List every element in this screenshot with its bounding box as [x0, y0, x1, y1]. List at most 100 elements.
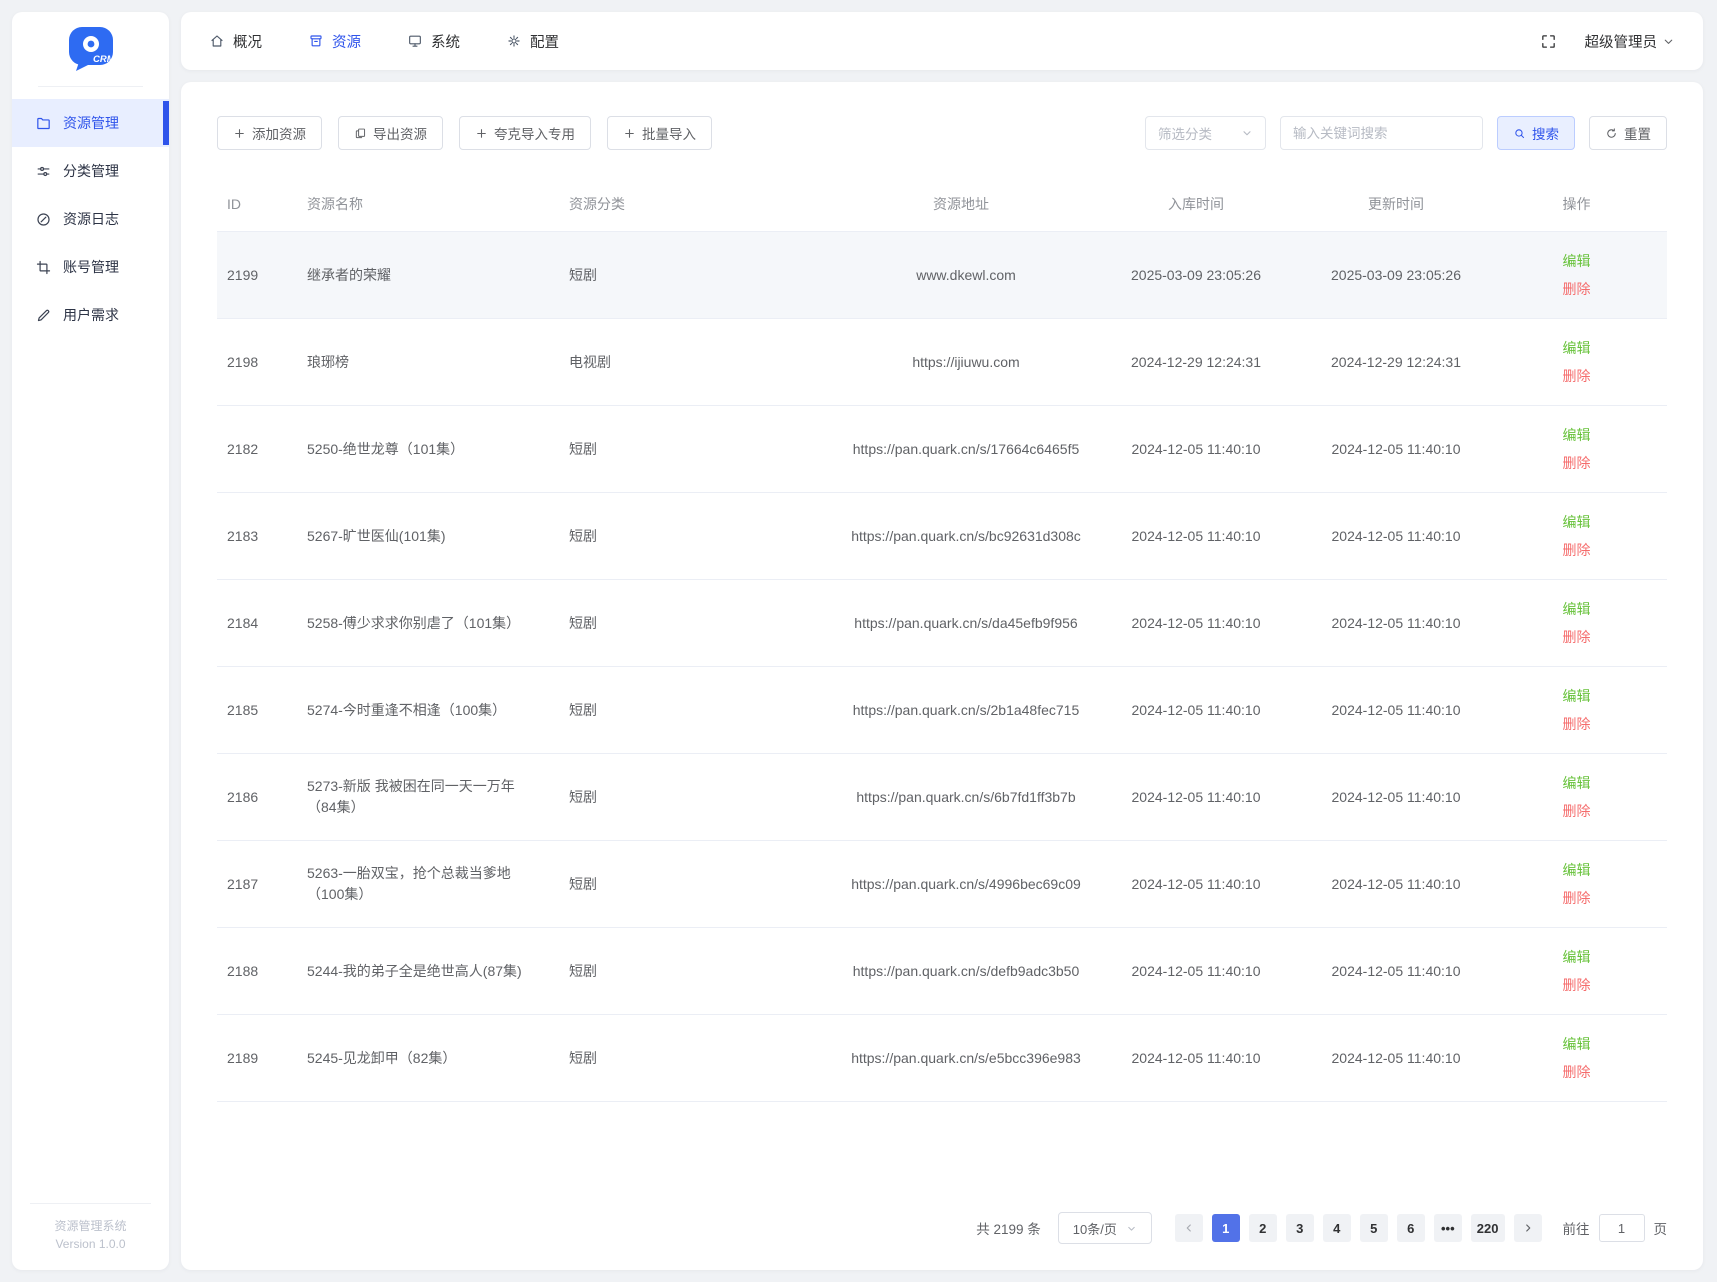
- cell-updated-time: 2025-03-09 23:05:26: [1306, 259, 1496, 291]
- goto-label: 前往: [1563, 1218, 1590, 1238]
- delete-link[interactable]: 删除: [1496, 275, 1657, 303]
- delete-link[interactable]: 删除: [1496, 884, 1657, 912]
- delete-link[interactable]: 删除: [1496, 623, 1657, 651]
- category-filter-select[interactable]: 筛选分类: [1145, 116, 1266, 150]
- cell-resource-url: https://pan.quark.cn/s/da45efb9f956: [836, 605, 1096, 642]
- chevron-down-icon: [1241, 127, 1253, 139]
- cell-updated-time: 2024-12-05 11:40:10: [1306, 520, 1496, 552]
- reset-button[interactable]: 重置: [1589, 116, 1667, 150]
- cell-resource-name: 5250-绝世龙尊（101集）: [307, 431, 569, 468]
- app-logo: CRM: [12, 12, 169, 86]
- col-header-actions: 操作: [1496, 186, 1667, 222]
- delete-link[interactable]: 删除: [1496, 971, 1657, 999]
- page-button-2[interactable]: 2: [1249, 1214, 1277, 1242]
- cell-id: 2187: [217, 868, 307, 900]
- cell-actions: 编辑删除: [1496, 500, 1667, 572]
- cell-category: 短剧: [569, 431, 836, 467]
- cell-resource-url: https://pan.quark.cn/s/6b7fd1ff3b7b: [836, 779, 1096, 816]
- edit-link[interactable]: 编辑: [1496, 856, 1657, 884]
- cell-actions: 编辑删除: [1496, 848, 1667, 920]
- export-resource-button[interactable]: 导出资源: [338, 116, 443, 150]
- cell-updated-time: 2024-12-05 11:40:10: [1306, 433, 1496, 465]
- page-button-4[interactable]: 4: [1323, 1214, 1351, 1242]
- delete-link[interactable]: 删除: [1496, 710, 1657, 738]
- home-icon: [209, 33, 225, 49]
- top-nav-items: 概况 资源 系统 配置: [209, 31, 605, 52]
- chevron-down-icon: [1662, 35, 1675, 48]
- cell-resource-name: 5245-见龙卸甲（82集）: [307, 1040, 569, 1077]
- cell-created-time: 2025-03-09 23:05:26: [1096, 259, 1306, 291]
- page-button-1[interactable]: 1: [1212, 1214, 1240, 1242]
- sidebar: CRM 资源管理分类管理资源日志账号管理用户需求 资源管理系统 Version …: [12, 12, 169, 1270]
- archive-icon: [308, 33, 324, 49]
- cell-id: 2184: [217, 607, 307, 639]
- edit-link[interactable]: 编辑: [1496, 769, 1657, 797]
- sidebar-footer: 资源管理系统 Version 1.0.0: [30, 1203, 151, 1270]
- edit-link[interactable]: 编辑: [1496, 421, 1657, 449]
- edit-link[interactable]: 编辑: [1496, 508, 1657, 536]
- page-button-6[interactable]: 6: [1397, 1214, 1425, 1242]
- sidebar-item-resource-management[interactable]: 资源管理: [12, 99, 169, 147]
- cell-category: 短剧: [569, 692, 836, 728]
- cell-category: 短剧: [569, 257, 836, 293]
- sidebar-item-resource-log[interactable]: 资源日志: [12, 195, 169, 243]
- resource-management-panel: 添加资源 导出资源 夸克导入专用 批量导入 筛选分类 搜索: [181, 82, 1703, 1270]
- cell-actions: 编辑删除: [1496, 413, 1667, 485]
- cell-updated-time: 2024-12-05 11:40:10: [1306, 955, 1496, 987]
- col-header-updated-time: 更新时间: [1306, 186, 1496, 222]
- user-menu[interactable]: 超级管理员: [1585, 31, 1676, 52]
- crop-icon: [35, 259, 52, 276]
- filter-placeholder: 筛选分类: [1158, 123, 1212, 143]
- keyword-search-input[interactable]: [1280, 116, 1483, 150]
- page-button-5[interactable]: 5: [1360, 1214, 1388, 1242]
- cell-resource-name: 5273-新版 我被困在同一天一万年（84集）: [307, 768, 569, 826]
- page-button-3[interactable]: 3: [1286, 1214, 1314, 1242]
- cell-resource-url: https://pan.quark.cn/s/2b1a48fec715: [836, 692, 1096, 729]
- goto-page-input[interactable]: [1599, 1214, 1645, 1242]
- edit-link[interactable]: 编辑: [1496, 1030, 1657, 1058]
- batch-import-button[interactable]: 批量导入: [607, 116, 712, 150]
- tab-config[interactable]: 配置: [506, 31, 559, 52]
- edit-link[interactable]: 编辑: [1496, 595, 1657, 623]
- tab-system[interactable]: 系统: [407, 31, 460, 52]
- cell-id: 2182: [217, 433, 307, 465]
- sidebar-item-category-management[interactable]: 分类管理: [12, 147, 169, 195]
- cell-actions: 编辑删除: [1496, 674, 1667, 746]
- sidebar-menu: 资源管理分类管理资源日志账号管理用户需求: [12, 87, 169, 1203]
- plus-icon: [475, 127, 488, 140]
- sidebar-item-user-needs[interactable]: 用户需求: [12, 291, 169, 339]
- page-size-select[interactable]: 10条/页: [1058, 1212, 1152, 1244]
- cell-category: 短剧: [569, 866, 836, 902]
- delete-link[interactable]: 删除: [1496, 449, 1657, 477]
- tab-overview[interactable]: 概况: [209, 31, 262, 52]
- delete-link[interactable]: 删除: [1496, 362, 1657, 390]
- cell-updated-time: 2024-12-05 11:40:10: [1306, 868, 1496, 900]
- cell-category: 短剧: [569, 518, 836, 554]
- cell-created-time: 2024-12-05 11:40:10: [1096, 607, 1306, 639]
- sidebar-item-account-management[interactable]: 账号管理: [12, 243, 169, 291]
- search-button[interactable]: 搜索: [1497, 116, 1575, 150]
- folder-icon: [35, 115, 52, 132]
- delete-link[interactable]: 删除: [1496, 536, 1657, 564]
- quark-import-button[interactable]: 夸克导入专用: [459, 116, 591, 150]
- more-pages-button[interactable]: •••: [1434, 1214, 1462, 1242]
- edit-link[interactable]: 编辑: [1496, 943, 1657, 971]
- edit-link[interactable]: 编辑: [1496, 682, 1657, 710]
- next-page-button[interactable]: [1514, 1214, 1542, 1242]
- cell-resource-url: https://pan.quark.cn/s/defb9adc3b50: [836, 953, 1096, 990]
- cell-resource-name: 5267-旷世医仙(101集): [307, 518, 569, 555]
- add-resource-button[interactable]: 添加资源: [217, 116, 322, 150]
- delete-link[interactable]: 删除: [1496, 1058, 1657, 1086]
- tab-resources[interactable]: 资源: [308, 31, 361, 52]
- prev-page-button[interactable]: [1175, 1214, 1203, 1242]
- cell-category: 短剧: [569, 953, 836, 989]
- fullscreen-icon[interactable]: [1540, 33, 1557, 50]
- edit-link[interactable]: 编辑: [1496, 334, 1657, 362]
- sidebar-item-label: 资源管理: [63, 113, 119, 133]
- cell-id: 2183: [217, 520, 307, 552]
- edit-link[interactable]: 编辑: [1496, 247, 1657, 275]
- table-row: 21875263-一胎双宝，抢个总裁当爹地（100集）短剧https://pan…: [217, 841, 1667, 928]
- pagination: 共 2199 条 10条/页 123456•••220 前往 页: [217, 1212, 1667, 1258]
- delete-link[interactable]: 删除: [1496, 797, 1657, 825]
- page-button-220[interactable]: 220: [1471, 1214, 1505, 1242]
